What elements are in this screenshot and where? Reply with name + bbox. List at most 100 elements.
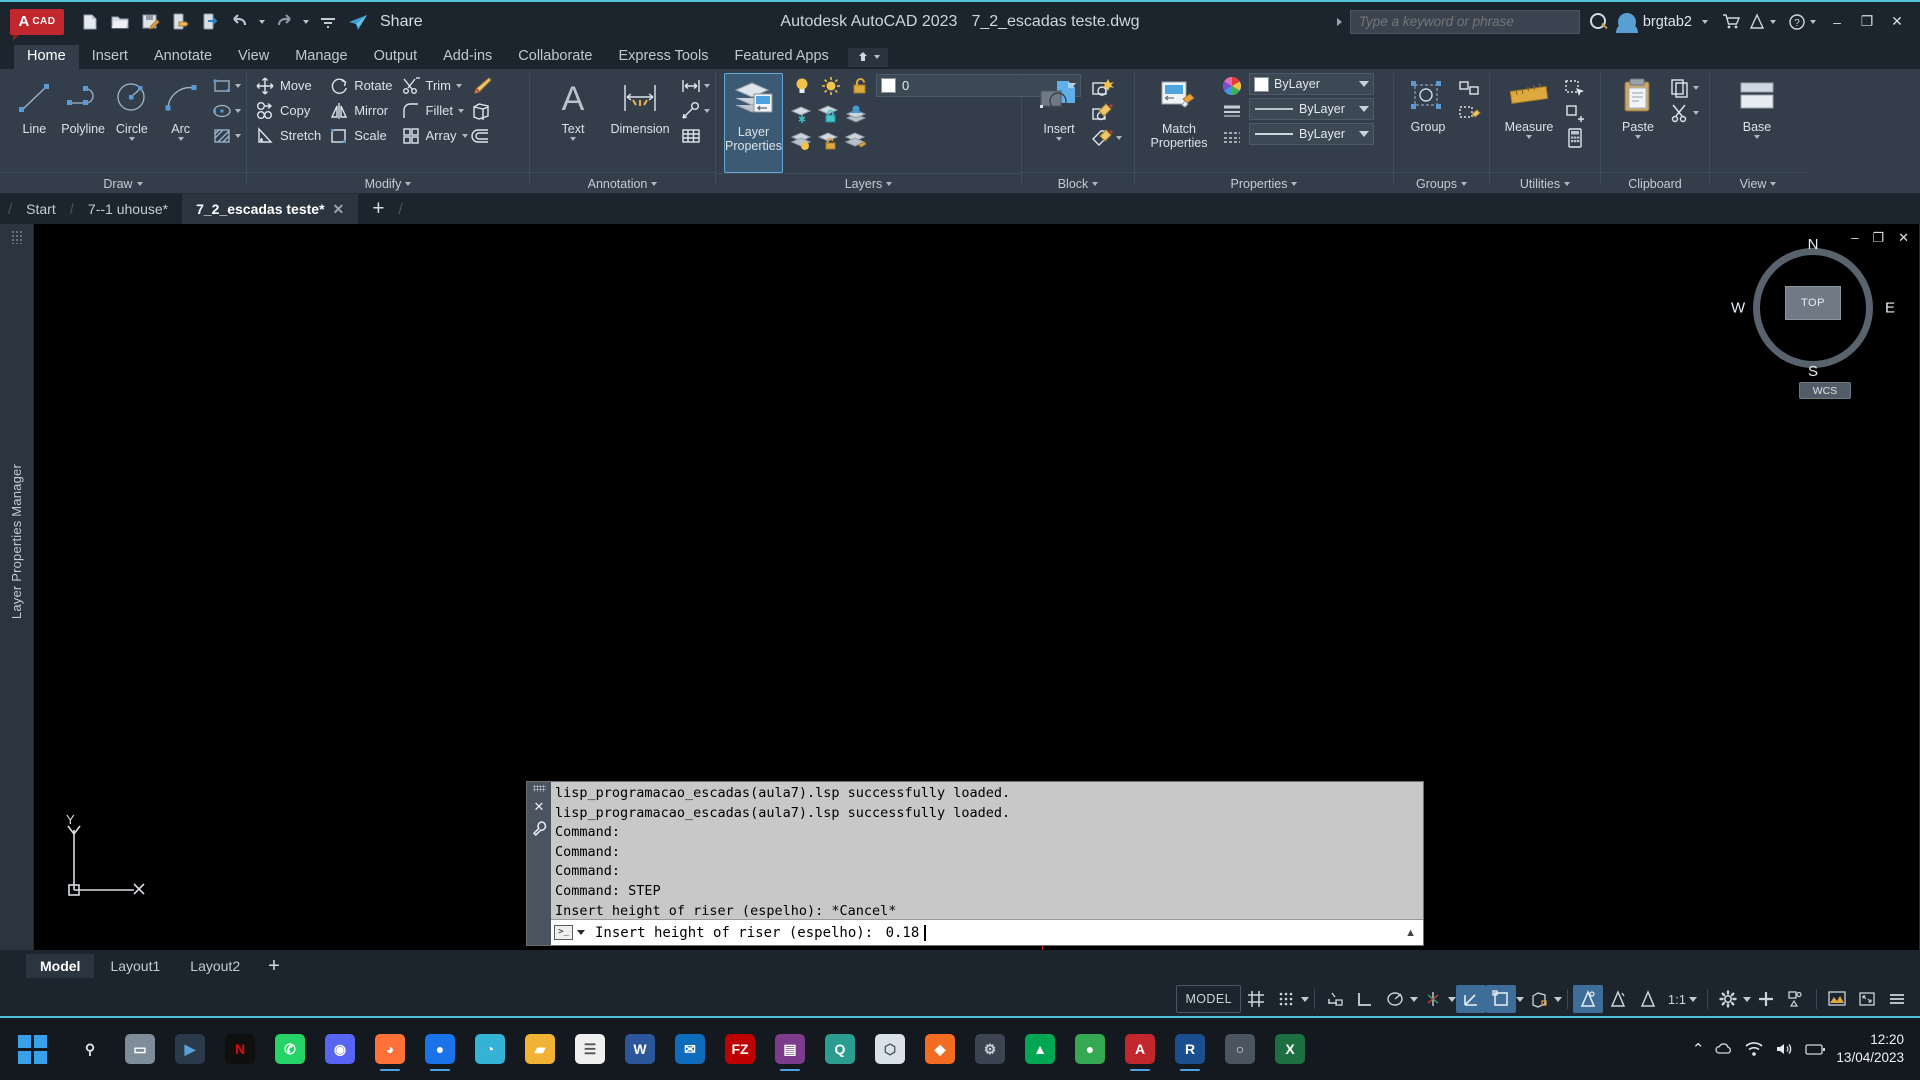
account-menu-caret-icon[interactable] [1770,19,1776,24]
status-menu-button[interactable] [1882,985,1912,1013]
trim-button[interactable]: Trim [398,73,457,98]
photoshop-icon[interactable]: ◆ [918,1026,962,1072]
command-input-row[interactable]: >_ Insert height of riser (espelho): 0.1… [551,919,1423,945]
layout-tab-model[interactable]: Model [26,954,95,978]
user-name-label[interactable]: brgtab2 [1643,14,1692,30]
group-edit-icon[interactable] [1456,100,1482,125]
wifi-icon[interactable] [1744,1040,1764,1058]
viewcube-south-label[interactable]: S [1808,363,1818,380]
selection-cycling-toggle[interactable] [1603,985,1633,1013]
panel-title-modify[interactable]: Modify [247,172,529,194]
arc-dropdown-caret-icon[interactable] [177,137,184,142]
extrude-icon[interactable] [468,98,494,123]
edge-icon[interactable]: ◔ [468,1026,512,1072]
viewcube-east-label[interactable]: E [1885,300,1895,317]
id-point-icon[interactable] [1562,100,1588,125]
hatch-icon[interactable] [209,123,235,148]
file-explorer-icon[interactable]: ▰ [518,1026,562,1072]
whatsapp-icon[interactable]: ✆ [268,1026,312,1072]
copy-button[interactable]: Copy [252,98,326,123]
erase-icon[interactable] [468,73,494,98]
ungroup-icon[interactable] [1456,75,1482,100]
dim-style-icon[interactable] [678,73,704,98]
sun-icon[interactable] [818,73,844,98]
command-prompt-icon[interactable]: >_ [554,925,573,940]
redo-icon[interactable] [270,8,298,36]
command-grip-icon[interactable] [532,785,546,792]
view-cube[interactable]: TOP N S W E [1731,236,1895,380]
linetype-selector[interactable]: ByLayer [1249,98,1374,120]
leader-dropdown-caret-icon[interactable] [704,108,710,113]
save-icon[interactable] [136,8,164,36]
panel-title-block[interactable]: Block [1022,172,1134,194]
chevron-down-icon[interactable] [1359,106,1369,112]
viewport-close-button[interactable]: ✕ [1898,230,1909,246]
volume-icon[interactable] [1774,1040,1794,1058]
snap-mode-toggle[interactable] [1271,985,1301,1013]
command-window[interactable]: ✕ lisp_programacao_escadas(aula7).lsp su… [527,782,1423,945]
polar-dropdown-caret-icon[interactable] [1409,996,1418,1002]
help-menu-caret-icon[interactable] [1810,19,1816,24]
panel-title-properties[interactable]: Properties [1135,172,1393,194]
chevron-down-icon[interactable] [1359,81,1369,87]
help-icon[interactable]: ? [1784,9,1810,35]
object-snap-tracking-toggle[interactable] [1455,985,1486,1013]
pro-app-icon[interactable]: ○ [1218,1026,1262,1072]
discord-icon[interactable]: ◉ [318,1026,362,1072]
object-color-selector[interactable]: ByLayer [1249,73,1374,95]
create-block-icon[interactable] [1090,75,1116,100]
layer-unlock-icon[interactable] [816,128,842,153]
tab-home[interactable]: Home [14,45,79,69]
tab-insert[interactable]: Insert [79,45,141,69]
search-icon[interactable] [1588,11,1610,33]
customize-icon[interactable] [314,8,342,36]
customization-button[interactable] [1751,985,1781,1013]
trim-dropdown-caret-icon[interactable] [456,83,463,88]
panel-title-view[interactable]: View [1710,172,1806,194]
isometric-drafting-toggle[interactable] [1418,985,1448,1013]
dim-style-dropdown-caret-icon[interactable] [704,83,710,88]
wcs-selector[interactable]: WCS [1799,382,1851,399]
wrench-icon[interactable] [532,821,547,837]
viewcube-north-label[interactable]: N [1808,236,1819,253]
sketchup-icon[interactable]: ⬡ [868,1026,912,1072]
viewcube-top-face[interactable]: TOP [1785,286,1841,320]
edit-block-icon[interactable] [1090,100,1116,125]
paste-button[interactable]: Paste [1609,73,1667,140]
winrar-icon[interactable]: ▤ [768,1026,812,1072]
redo-dropdown-caret-icon[interactable] [300,8,312,36]
tab-add-ins[interactable]: Add-ins [430,45,505,69]
copy-clip-dropdown-caret-icon[interactable] [1693,85,1699,90]
saveas-icon[interactable] [166,8,194,36]
polar-tracking-toggle[interactable] [1380,985,1410,1013]
close-icon[interactable]: ✕ [333,201,345,218]
panel-title-utilities[interactable]: Utilities [1490,172,1600,194]
leader-icon[interactable] [678,98,704,123]
layer-properties-manager-rail[interactable]: Layer Properties Manager [0,224,34,950]
table-icon[interactable] [678,123,704,148]
autodesk-account-icon[interactable] [1744,9,1770,35]
snap-dropdown-caret-icon[interactable] [1300,996,1309,1002]
measure-button[interactable]: Measure [1496,73,1562,140]
windows-start-icon[interactable] [8,1025,56,1073]
layer-match-icon[interactable] [843,128,869,153]
tab-express-tools[interactable]: Express Tools [605,45,721,69]
autocad-logo[interactable]: A CAD [10,8,64,41]
calculator-icon[interactable] [1562,125,1588,150]
edit-attribute-icon[interactable] [1090,125,1116,150]
unlock-icon[interactable] [847,73,873,98]
close-button[interactable]: ✕ [1882,8,1912,36]
circle-button[interactable]: Circle [108,73,157,142]
ribbon-gallery-toggle[interactable] [847,48,888,67]
command-scroll-up-icon[interactable]: ▲ [1405,927,1420,939]
lineweight-selector[interactable]: ByLayer [1249,123,1374,145]
notepad-icon[interactable]: ☰ [568,1026,612,1072]
ellipse-icon[interactable] [209,98,235,123]
chevron-down-icon[interactable] [1359,131,1369,137]
search-input[interactable] [1358,14,1571,29]
battery-icon[interactable] [1804,1040,1826,1058]
panel-title-annotation[interactable]: Annotation [530,172,715,194]
panel-grip-icon[interactable] [10,230,23,244]
arc-button[interactable]: Arc [156,73,205,142]
revit-icon[interactable]: R [1168,1026,1212,1072]
